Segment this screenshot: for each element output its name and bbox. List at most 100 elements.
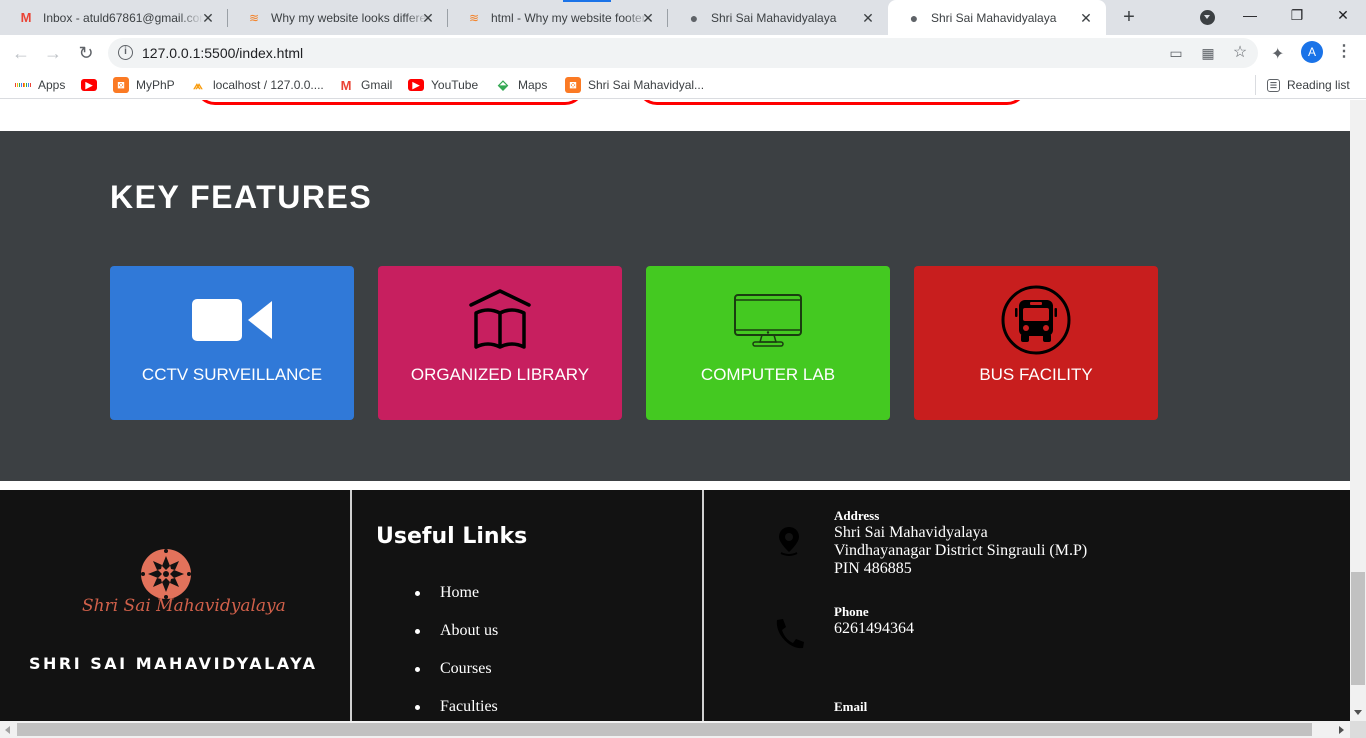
scroll-right-arrow-icon[interactable]: [1339, 726, 1344, 734]
bookmark-shri-sai[interactable]: ⊠ Shri Sai Mahavidyal...: [565, 76, 704, 94]
tab-title: Shri Sai Mahavidyalaya: [711, 10, 837, 25]
close-tab-icon[interactable]: ✕: [860, 10, 876, 26]
address-label: Address: [834, 508, 880, 523]
qr-code-icon[interactable]: ▦: [1200, 45, 1216, 61]
minimize-button[interactable]: —: [1227, 0, 1273, 30]
tab-search-icon[interactable]: [1200, 10, 1215, 25]
bookmark-label: YouTube: [431, 78, 479, 92]
footer-link-home[interactable]: Home: [414, 584, 498, 622]
restore-button[interactable]: ❐: [1274, 0, 1320, 30]
phone-label: Phone: [834, 604, 869, 619]
bookmark-myphp[interactable]: ⊠ MyPhP: [113, 76, 175, 94]
reading-list-button[interactable]: ☰ Reading list: [1267, 76, 1350, 94]
feature-card-library[interactable]: ORGANIZED LIBRARY: [378, 266, 622, 420]
chrome-menu-icon[interactable]: ⋮: [1336, 41, 1352, 63]
video-camera-icon: [110, 284, 354, 356]
footer-link-faculties[interactable]: Faculties: [414, 698, 498, 721]
footer-link-courses[interactable]: Courses: [414, 660, 498, 698]
close-tab-icon[interactable]: ✕: [200, 10, 216, 26]
useful-links-list: Home About us Courses Faculties: [414, 584, 498, 721]
bookmark-youtube[interactable]: ▶ YouTube: [408, 76, 478, 94]
bookmark-localhost[interactable]: ⩕ localhost / 127.0.0....: [190, 76, 324, 94]
bookmarks-separator: [1255, 75, 1256, 95]
footer-logo[interactable]: [140, 548, 192, 600]
bookmark-gmail[interactable]: M Gmail: [338, 76, 393, 94]
bookmark-label: localhost / 127.0.0....: [213, 78, 324, 92]
phpmyadmin-icon: ⩕: [193, 77, 203, 92]
cutoff-button-right[interactable]: [637, 100, 1027, 105]
close-tab-icon[interactable]: ✕: [1078, 10, 1094, 26]
stackoverflow-icon: ≋: [468, 10, 480, 25]
horizontal-scrollbar[interactable]: [0, 721, 1350, 738]
bookmark-youtube-icon-only[interactable]: ▶: [81, 76, 104, 94]
back-button[interactable]: ←: [8, 40, 34, 66]
feature-card-bus[interactable]: BUS FACILITY: [914, 266, 1158, 420]
bookmark-apps[interactable]: Apps: [15, 76, 65, 94]
tab-shri-sai-1[interactable]: ● Shri Sai Mahavidyalaya ✕: [668, 0, 888, 35]
bookmarks-bar: Apps ▶ ⊠ MyPhP ⩕ localhost / 127.0.0....…: [0, 71, 1366, 99]
gmail-icon: M: [20, 10, 32, 25]
close-tab-icon[interactable]: ✕: [640, 10, 656, 26]
useful-links-heading: Useful Links: [376, 524, 528, 549]
bookmark-star-icon[interactable]: ☆: [1232, 45, 1248, 61]
phone-icon: [773, 617, 805, 656]
extensions-puzzle-icon[interactable]: ✦: [1271, 44, 1284, 64]
address-line-1: Shri Sai Mahavidyalaya: [834, 524, 988, 541]
footer-link-about[interactable]: About us: [414, 622, 498, 660]
feature-label: CCTV SURVEILLANCE: [141, 365, 323, 384]
logo-script-text: Shri Sai Mahavidyalaya: [82, 596, 286, 616]
tab-gmail[interactable]: M Inbox - atuld67861@gmail.com ✕: [0, 0, 228, 35]
new-tab-button[interactable]: +: [1118, 6, 1140, 28]
section-heading: KEY FEATURES: [110, 179, 373, 215]
youtube-icon: ▶: [408, 79, 424, 91]
xampp-icon: ⊠: [113, 77, 129, 93]
profile-avatar[interactable]: A: [1301, 41, 1323, 63]
browser-toolbar: ← → ↻ i 127.0.0.1:5500/index.html ▭ ▦ ☆: [0, 35, 1366, 71]
feature-card-computer-lab[interactable]: COMPUTER LAB: [646, 266, 890, 420]
reading-list-label: Reading list: [1287, 78, 1350, 92]
tab-stackoverflow-1[interactable]: ≋ Why my website looks different ✕: [228, 0, 448, 35]
scroll-left-arrow-icon[interactable]: [5, 726, 10, 734]
phone-number[interactable]: 6261494364: [834, 620, 914, 638]
cutoff-button-left[interactable]: [195, 100, 585, 105]
column-divider: [350, 490, 352, 721]
column-divider: [702, 490, 704, 721]
tab-stackoverflow-2[interactable]: ≋ html - Why my website footer ✕: [448, 0, 668, 35]
vertical-scroll-thumb[interactable]: [1351, 572, 1365, 685]
page-viewport: KEY FEATURES CCTV SURVEILLANCE ORGANIZED…: [0, 100, 1350, 721]
forward-button[interactable]: →: [40, 40, 66, 66]
monitor-icon: [646, 284, 890, 356]
tab-title: Inbox - atuld67861@gmail.com: [43, 10, 203, 25]
feature-label: BUS FACILITY: [979, 365, 1093, 384]
cast-device-icon[interactable]: ▭: [1168, 45, 1184, 61]
close-tab-icon[interactable]: ✕: [420, 10, 436, 26]
site-info-icon[interactable]: i: [118, 45, 133, 60]
map-pin-icon: [778, 526, 800, 561]
reload-button[interactable]: ↻: [73, 40, 99, 66]
horizontal-scroll-thumb[interactable]: [17, 723, 1312, 736]
bookmark-label: Shri Sai Mahavidyal...: [588, 78, 705, 92]
vertical-scrollbar[interactable]: [1350, 100, 1366, 721]
bookmark-maps[interactable]: ⬙ Maps: [495, 76, 547, 94]
site-footer: Shri Sai Mahavidyalaya SHRI SAI MAHAVIDY…: [0, 490, 1350, 721]
tab-title: html - Why my website footer: [491, 10, 646, 25]
email-label: Email: [834, 699, 868, 714]
apps-grid-icon: [15, 77, 32, 93]
globe-icon: ●: [689, 9, 699, 26]
close-window-button[interactable]: ✕: [1320, 0, 1366, 30]
url-text[interactable]: 127.0.0.1:5500/index.html: [142, 45, 303, 61]
bookmark-label: Apps: [38, 78, 66, 92]
globe-icon: ●: [909, 9, 919, 26]
address-bar[interactable]: i 127.0.0.1:5500/index.html ▭ ▦ ☆: [108, 38, 1258, 68]
reading-list-icon: ☰: [1267, 78, 1280, 92]
tab-title: Shri Sai Mahavidyalaya: [931, 10, 1057, 25]
library-book-icon: [378, 284, 622, 356]
tab-title: Why my website looks different: [271, 10, 429, 25]
feature-card-cctv[interactable]: CCTV SURVEILLANCE: [110, 266, 354, 420]
scroll-down-arrow-icon[interactable]: [1354, 710, 1362, 715]
feature-label: ORGANIZED LIBRARY: [410, 365, 590, 384]
feature-label: COMPUTER LAB: [700, 365, 836, 384]
address-line-3: PIN 486885: [834, 560, 912, 577]
bookmark-label: Gmail: [361, 78, 393, 92]
tab-shri-sai-active[interactable]: ● Shri Sai Mahavidyalaya ✕: [888, 0, 1106, 35]
